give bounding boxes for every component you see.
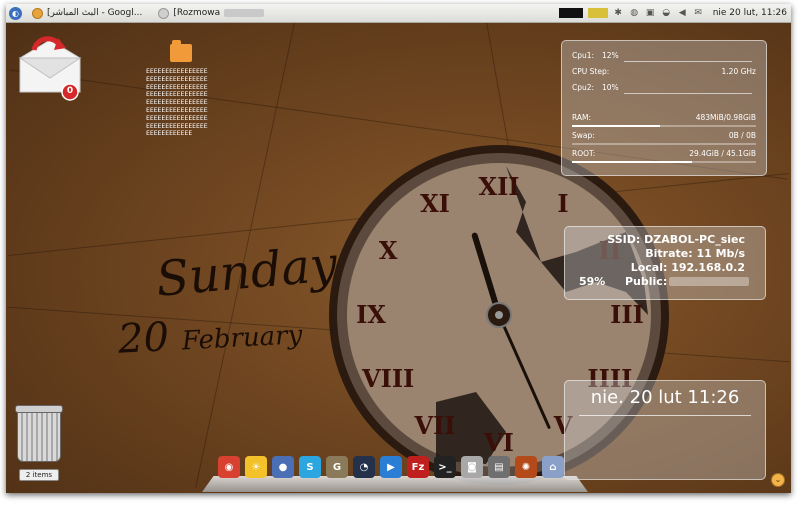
chat-icon [158,7,170,19]
ubuntu-icon[interactable]: ✺ [515,456,537,478]
cpustep-label: CPU Step: [572,67,610,76]
ssid-text: SSID: DZABOL-PC_siec [607,233,745,246]
mail-count-badge: 0 [66,86,74,96]
player-icon[interactable]: ▶ [380,456,402,478]
blurred-text [224,9,265,17]
task-chat[interactable]: [Rozmowa [152,5,270,21]
clock-numeral: I [557,189,568,218]
dock: ◉ ☀ ● S G ◔ ▶ Fz >_ ◙ ▤ ✺ ⌂ [218,456,564,478]
pidgin-icon[interactable]: ● [272,456,294,478]
trash-label: 2 items [18,469,60,481]
cpu1-graph [624,51,752,62]
trash-can-icon [15,405,63,462]
system-monitor-widget: Cpu1: 12% CPU Step: 1.20 GHz Cpu2: 10% RAM:… [561,40,767,176]
divider [579,415,751,416]
system-tray: ✱ ◍ ▣ ◒ ◀ ✉ nie 20 lut, 11:26 [558,4,787,22]
digital-clock-widget: nie. 20 lut 11:26 [564,380,766,480]
day-name: Sunday [153,236,340,308]
panel-clock[interactable]: nie 20 lut, 11:26 [713,8,787,18]
expand-icon[interactable]: ⌄ [771,473,785,487]
cpu2-value: 10% [602,83,619,92]
swap-label: Swap: [572,131,595,140]
clock-numeral: XII [478,172,519,201]
cpustep-value: 1.20 GHz [721,67,756,76]
ubuntu-menu-icon[interactable]: ◐ [9,6,22,20]
root-value: 29.4GiB / 45.1GiB [689,149,756,158]
network-icon[interactable]: ◒ [661,8,672,18]
date-number: 20 [116,314,171,363]
mail-notifier[interactable]: 0 [14,34,86,104]
gimp-icon[interactable]: G [326,456,348,478]
task-browser[interactable]: [البث المباشر - Googl... [26,5,148,21]
clock-numeral: IX [356,300,386,329]
ram-bar [572,125,756,127]
date-month: February [181,320,303,357]
chrome-icon[interactable]: ◉ [218,456,240,478]
envelope-icon [18,36,82,101]
blurred-public-ip [669,277,749,286]
globe-icon[interactable]: ◍ [629,8,640,18]
bitrate-text: Bitrate: 11 Mb/s [645,247,745,260]
clock-numeral: VIII [361,364,414,393]
ram-label: RAM: [572,113,592,122]
swap-bar [572,143,756,145]
top-panel: ◐ [البث المباشر - Googl... [Rozmowa ✱ ◍ … [6,4,791,23]
clock-numeral: III [610,300,644,329]
browser-icon [32,7,43,19]
terminal-icon[interactable]: >_ [434,456,456,478]
local-ip-text: Local: 192.168.0.2 [630,261,745,274]
volume-icon[interactable]: ◀ [677,8,688,18]
task-label: [البث المباشر - Googl... [47,8,143,18]
network-widget: SSID: DZABOL-PC_siec Bitrate: 11 Mb/s Lo… [564,226,766,300]
swap-value: 0B / 0B [728,131,756,140]
cpu2-label: Cpu2: [572,83,595,92]
root-bar [572,161,756,163]
sun-weather-icon[interactable]: ☀ [245,456,267,478]
cpu1-value: 12% [602,51,619,60]
clock-numeral: VII [413,411,455,440]
update-icon[interactable]: ▣ [645,8,656,18]
cpu2-graph [624,83,752,94]
clock-numeral: X [379,236,398,265]
mail-indicator-icon[interactable]: ✉ [693,8,704,18]
filezilla-icon[interactable]: Fz [407,456,429,478]
cpu1-label: Cpu1: [572,51,595,60]
clock-numeral: VI [483,428,514,457]
indicator-icon[interactable] [587,8,608,18]
dock-shelf [202,476,588,492]
public-ip-label: Public: [625,275,668,288]
digital-time: nie. 20 lut 11:26 [590,387,740,408]
camera-icon[interactable]: ◙ [461,456,483,478]
date-text: 20 February [117,307,303,363]
ram-value: 483MiB/0.98GiB [695,113,756,122]
skype-icon[interactable]: S [299,456,321,478]
scanner-icon[interactable]: ▤ [488,456,510,478]
home-folder-icon[interactable]: ⌂ [542,456,564,478]
task-label: [Rozmowa [173,8,221,18]
signal-strength: 59% [579,275,606,288]
cpu-graph-icon[interactable] [558,8,583,18]
folder-label: EEEEEEEEEEEEEEEE EEEEEEEEEEEEEEEE EEEEEE… [146,67,208,138]
bluetooth-icon[interactable]: ✱ [613,8,624,18]
desktop-folder[interactable]: EEEEEEEEEEEEEEEE EEEEEEEEEEEEEEEE EEEEEE… [146,40,226,138]
clock-numeral: XI [420,189,450,218]
desktop: ◐ [البث المباشر - Googl... [Rozmowa ✱ ◍ … [6,4,791,493]
vlc-icon[interactable]: ◔ [353,456,375,478]
trash[interactable]: 2 items [14,405,64,481]
root-label: ROOT: [572,149,596,158]
folder-icon [170,40,192,62]
